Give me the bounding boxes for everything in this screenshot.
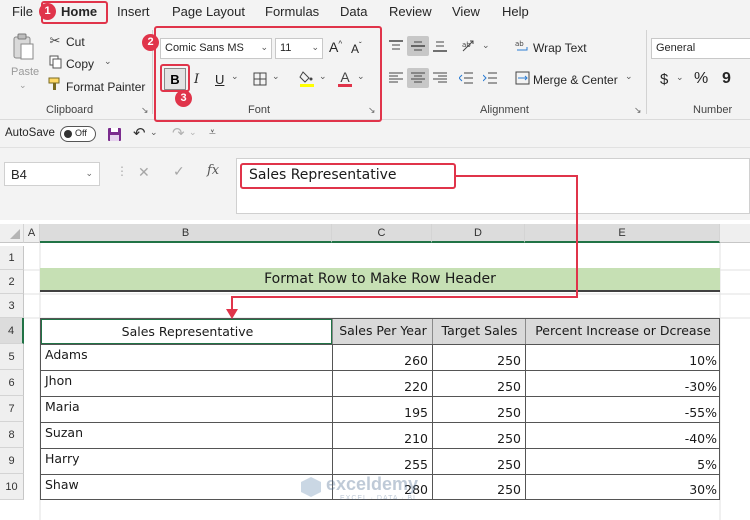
annotation-arrow-icon — [226, 175, 578, 319]
